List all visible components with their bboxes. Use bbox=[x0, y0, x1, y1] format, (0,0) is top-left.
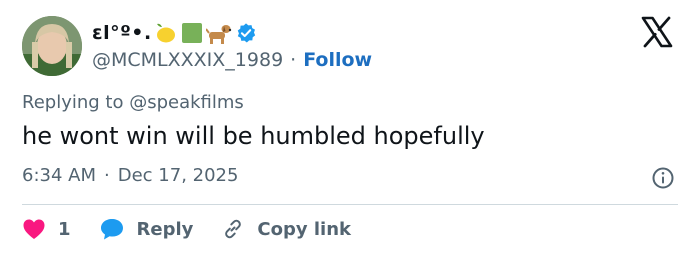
handle-row: @MCMLXXXIX_1989 · Follow bbox=[92, 48, 372, 72]
tweet-time[interactable]: 6:34 AM bbox=[22, 165, 96, 186]
tweet-date[interactable]: Dec 17, 2025 bbox=[118, 165, 239, 186]
green-square-emoji bbox=[180, 21, 204, 45]
dog-emoji bbox=[205, 21, 232, 45]
reply-context: Replying to @speakfilms bbox=[22, 92, 244, 113]
tweet-timestamp[interactable]: 6:34 AM · Dec 17, 2025 bbox=[22, 165, 238, 186]
divider bbox=[22, 204, 678, 205]
timestamp-separator: · bbox=[104, 165, 110, 186]
verified-badge-icon[interactable] bbox=[235, 22, 257, 44]
display-name-row[interactable]: ɛl°º•. bbox=[92, 18, 372, 48]
copy-link-label: Copy link bbox=[257, 218, 351, 240]
user-handle[interactable]: @MCMLXXXIX_1989 bbox=[92, 49, 283, 71]
avatar-image bbox=[22, 16, 82, 76]
heart-icon bbox=[23, 219, 45, 239]
avatar[interactable] bbox=[22, 16, 82, 76]
like-count: 1 bbox=[58, 218, 71, 240]
handle-separator: · bbox=[290, 49, 297, 71]
link-icon bbox=[225, 219, 242, 239]
info-icon[interactable] bbox=[651, 166, 675, 190]
reply-label: Reply bbox=[136, 218, 194, 240]
follow-button[interactable]: Follow bbox=[303, 49, 372, 71]
display-name[interactable]: ɛl°º•. bbox=[92, 22, 152, 44]
tweet-header: ɛl°º•. @MCMLXXXIX_1989 · Follow bbox=[92, 18, 372, 72]
tweet-text: he wont win will be humbled hopefully bbox=[22, 122, 485, 150]
reply-bubble-icon bbox=[100, 219, 123, 240]
like-button[interactable]: 1 bbox=[22, 218, 71, 240]
x-logo-icon[interactable] bbox=[640, 16, 674, 48]
reply-prefix: Replying to bbox=[22, 92, 124, 113]
reply-button[interactable]: Reply bbox=[99, 217, 194, 241]
reply-mention[interactable]: @speakfilms bbox=[129, 92, 244, 113]
copy-link-button[interactable]: Copy link bbox=[221, 217, 351, 241]
action-bar: 1 Reply Copy link bbox=[22, 216, 379, 242]
lemon-emoji bbox=[154, 21, 178, 45]
